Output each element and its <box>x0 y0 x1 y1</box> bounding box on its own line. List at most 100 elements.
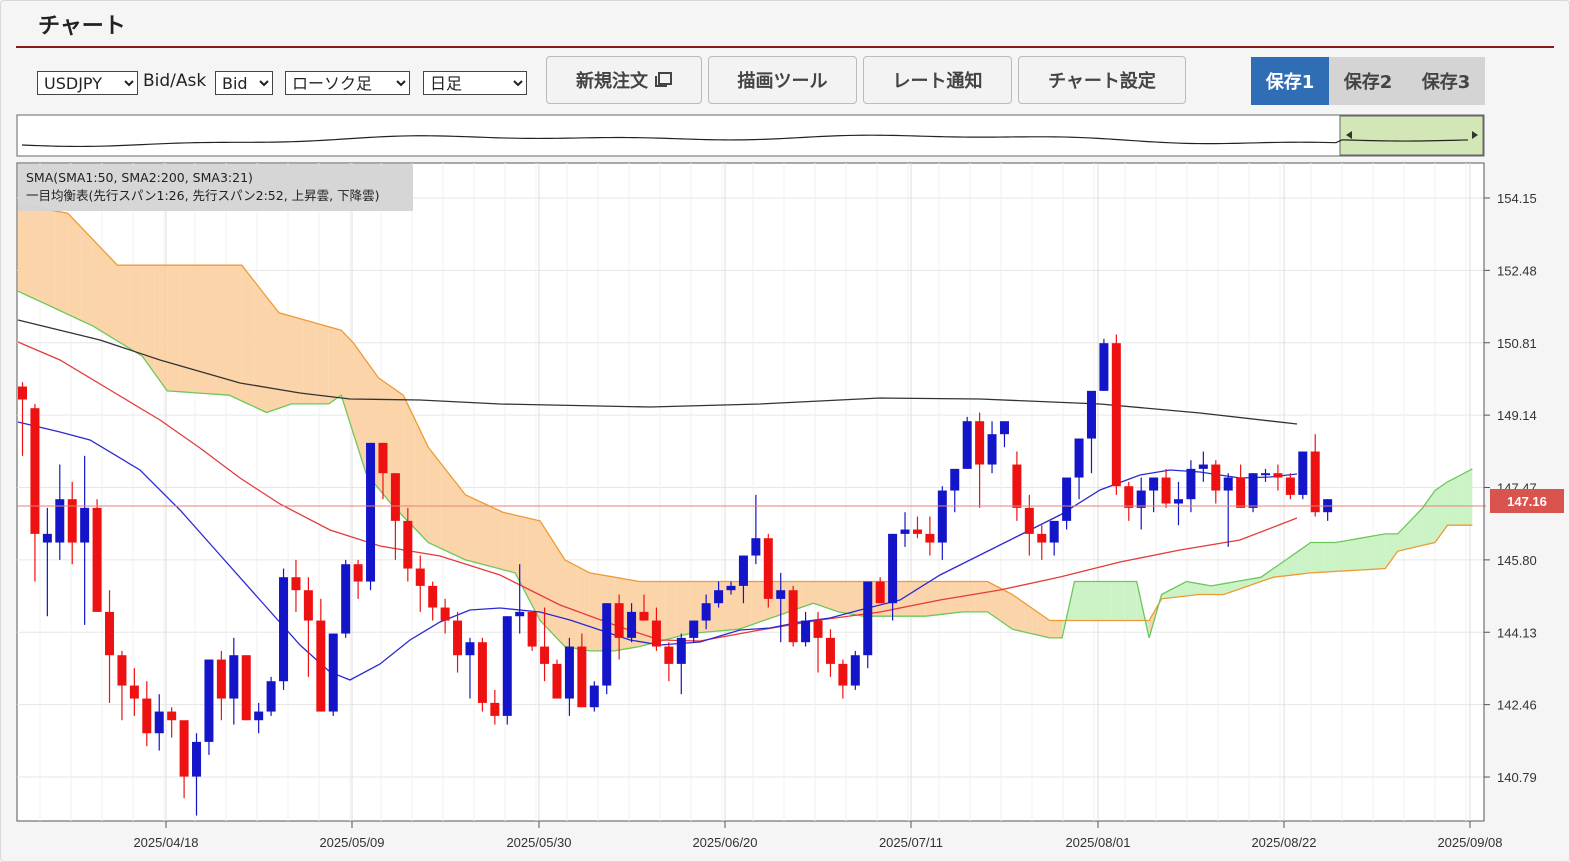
candle-body <box>577 646 587 708</box>
candle-body <box>639 611 649 621</box>
candle-body <box>1037 533 1047 543</box>
candle-body <box>415 568 425 586</box>
kumo-segment <box>477 500 491 567</box>
kumo-segment <box>30 206 43 303</box>
kumo-segment <box>751 581 764 625</box>
candle-body <box>1124 486 1134 508</box>
candle-body <box>527 611 537 647</box>
kumo-segment <box>303 319 317 404</box>
candle-body <box>279 577 289 682</box>
candle-body <box>540 646 550 664</box>
kumo-segment <box>1323 542 1336 573</box>
kumo-segment <box>465 494 478 564</box>
candle-body <box>1298 451 1308 495</box>
x-tick-label: 2025/08/01 <box>1065 835 1130 850</box>
candle-body <box>154 711 164 734</box>
plot-area[interactable] <box>16 162 1485 822</box>
candle-body <box>254 711 264 721</box>
candle-body <box>465 642 475 656</box>
candle-body <box>477 642 487 703</box>
navigator[interactable] <box>16 114 1485 157</box>
candle-body <box>390 473 400 521</box>
y-tick-label: 142.46 <box>1497 698 1537 713</box>
candle-body <box>875 581 885 604</box>
kumo-segment <box>1074 581 1087 621</box>
kumo-segment <box>42 208 56 309</box>
kumo-segment <box>105 252 118 342</box>
kumo-segment <box>328 326 342 404</box>
candle-body <box>676 637 686 664</box>
candle-body <box>92 507 102 612</box>
candle-body <box>1273 473 1283 478</box>
kumo-segment <box>1310 542 1324 573</box>
kumo-segment <box>154 265 168 391</box>
candle-body <box>1149 477 1159 491</box>
kumo-segment <box>55 211 68 315</box>
kumo-segment <box>490 506 503 570</box>
candle-body <box>1161 477 1171 504</box>
kumo-segment <box>129 265 143 357</box>
candle-body <box>701 603 711 621</box>
candle-body <box>664 646 674 664</box>
candle-body <box>229 655 239 699</box>
current-price-tag: 147.16 <box>1490 489 1564 513</box>
candle-body <box>192 741 202 777</box>
candle-body <box>366 442 376 582</box>
candle-body <box>975 421 985 465</box>
kumo-segment <box>167 265 180 392</box>
candle-body <box>453 620 463 656</box>
navigator-range-window[interactable] <box>1339 115 1484 156</box>
kumo-segment <box>316 323 329 404</box>
candle-body <box>999 421 1009 435</box>
candle-body <box>204 659 214 742</box>
candle-body <box>801 620 811 643</box>
candle-body <box>42 533 52 543</box>
kumo-segment <box>577 566 590 651</box>
kumo-segment <box>1447 475 1460 526</box>
chart-svg: 154.15152.48150.81149.14147.47145.80144.… <box>16 114 1564 850</box>
y-tick-label: 145.80 <box>1497 553 1537 568</box>
x-tick-label: 2025/06/20 <box>692 835 757 850</box>
candle-body <box>241 655 251 721</box>
candle-body <box>552 663 562 699</box>
candle-body <box>1062 477 1072 521</box>
current-price-value: 147.16 <box>1507 494 1547 509</box>
kumo-segment <box>1459 468 1473 526</box>
y-tick-label: 154.15 <box>1497 191 1537 206</box>
candle-body <box>440 607 450 621</box>
candle-body <box>651 620 661 647</box>
candle-body <box>1198 464 1208 469</box>
indicator-legend: SMA(SMA1:50, SMA2:200, SMA3:21) 一目均衡表(先行… <box>18 164 413 211</box>
candle-body <box>341 564 351 634</box>
candle-body <box>838 663 848 686</box>
candle-body <box>1099 343 1109 391</box>
x-tick-label: 2025/09/08 <box>1437 835 1502 850</box>
kumo-segment <box>80 226 93 326</box>
legend-sma: SMA(SMA1:50, SMA2:200, SMA3:21) <box>26 170 253 185</box>
candle-body <box>1024 507 1034 534</box>
candle-body <box>328 633 338 712</box>
candle-body <box>1310 451 1320 513</box>
kumo-segment <box>1099 581 1112 621</box>
candle-body <box>1173 499 1183 504</box>
x-axis: 2025/04/18 2025/05/09 2025/05/30 2025/06/20… <box>133 821 1503 850</box>
kumo-segment <box>179 265 193 393</box>
candle-body <box>1186 468 1196 500</box>
candle-body <box>602 603 612 686</box>
candle-body <box>403 520 413 569</box>
candle-body <box>291 577 301 591</box>
kumo-segment <box>502 512 516 573</box>
kumo-segment <box>714 581 727 632</box>
candle-body <box>888 533 898 604</box>
kumo-segment <box>664 581 677 641</box>
kumo-segment <box>838 581 851 615</box>
candle-body <box>316 620 326 712</box>
candle-body <box>751 538 761 556</box>
y-tick-label: 149.14 <box>1497 408 1537 423</box>
candle-body <box>117 655 127 686</box>
candle-body <box>763 538 773 599</box>
candle-body <box>1223 477 1233 491</box>
kumo-segment <box>1111 581 1125 621</box>
legend-ichimoku: 一目均衡表(先行スパン1:26, 先行スパン2:52, 上昇雲, 下降雲) <box>26 188 380 203</box>
candle-body <box>303 590 313 621</box>
